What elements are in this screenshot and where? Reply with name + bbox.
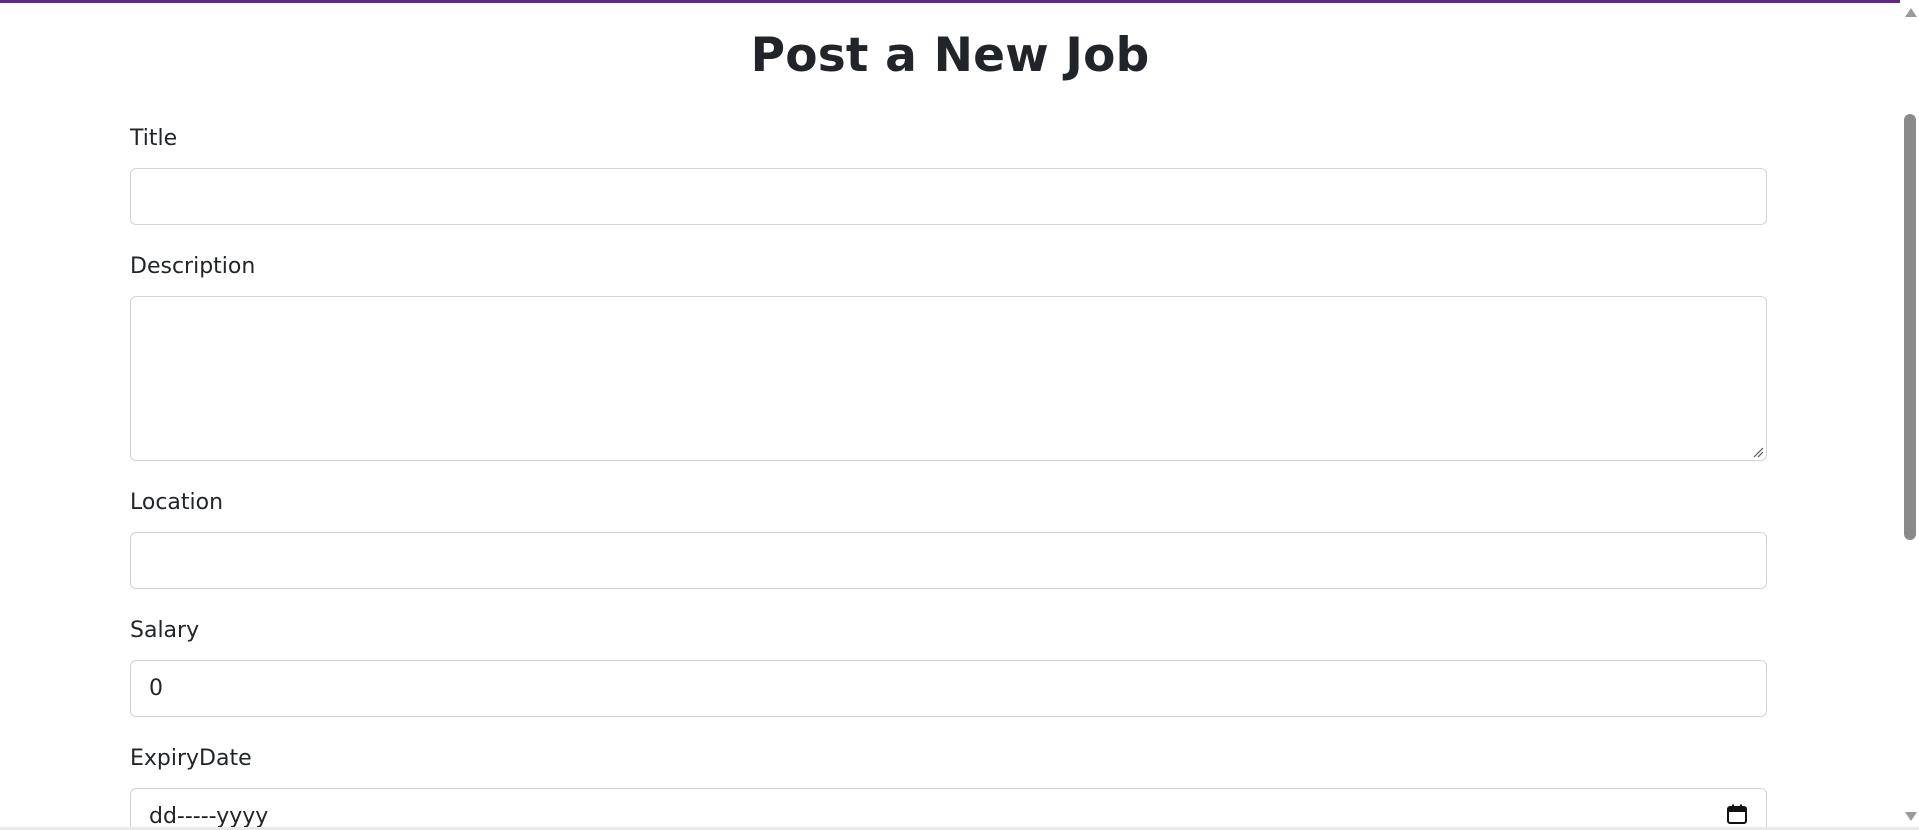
title-input[interactable] — [130, 168, 1767, 225]
description-textarea[interactable] — [130, 296, 1767, 461]
page-title: Post a New Job — [750, 28, 1150, 83]
vertical-scrollbar[interactable] — [1900, 0, 1919, 827]
location-input[interactable] — [130, 532, 1767, 589]
scroll-down-arrow-icon[interactable] — [1905, 812, 1917, 821]
expiry-date-input-value: dd-----yyyy — [149, 804, 269, 827]
salary-label: Salary — [130, 618, 200, 643]
salary-input-value: 0 — [149, 676, 163, 701]
scrollbar-thumb[interactable] — [1904, 114, 1916, 540]
salary-input[interactable]: 0 — [130, 660, 1767, 717]
scroll-up-arrow-icon[interactable] — [1905, 8, 1917, 17]
page-content: Post a New Job Title Description Locatio… — [0, 0, 1900, 827]
expiry-date-label: ExpiryDate — [130, 746, 252, 771]
resize-grip-icon[interactable] — [1752, 446, 1764, 458]
title-label: Title — [130, 126, 178, 151]
description-label: Description — [130, 254, 256, 279]
calendar-icon[interactable] — [1726, 803, 1748, 825]
location-label: Location — [130, 490, 224, 515]
expiry-date-input[interactable]: dd-----yyyy — [130, 788, 1767, 827]
